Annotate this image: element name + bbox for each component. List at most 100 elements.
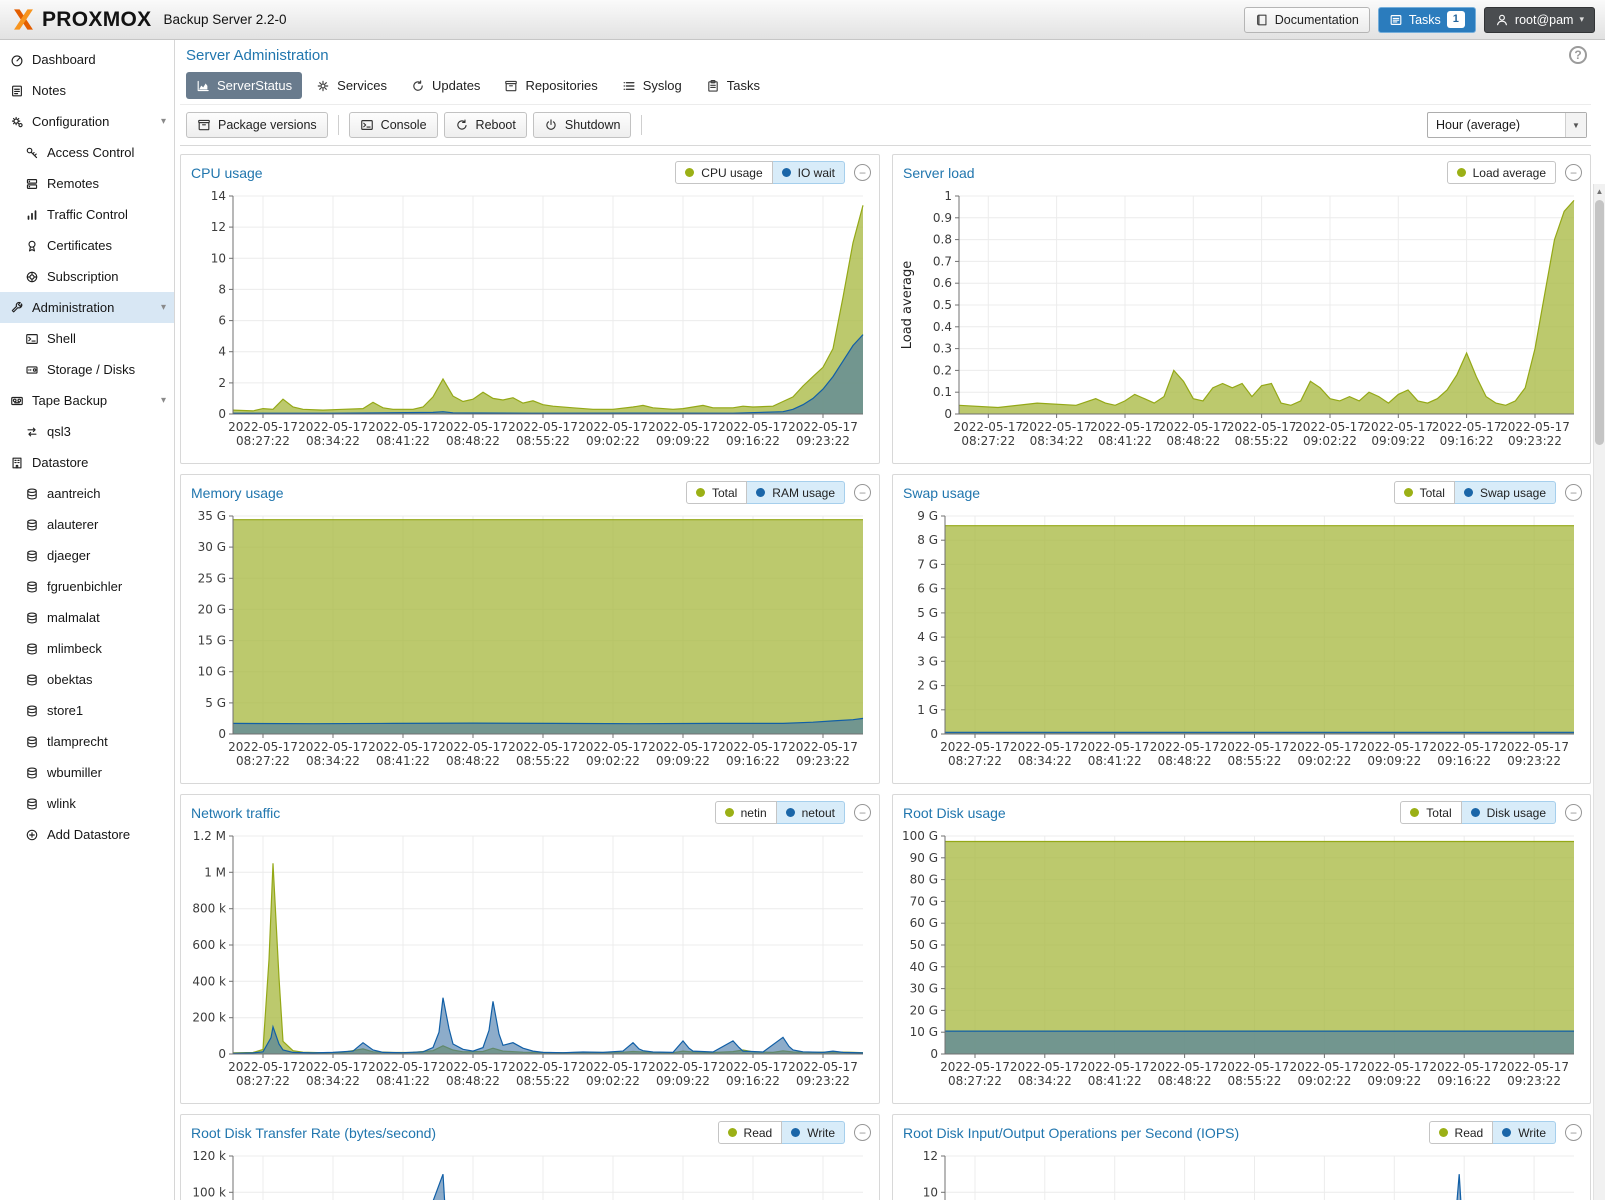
legend-netout-button[interactable]: netout	[777, 801, 845, 824]
legend-netin-button[interactable]: netin	[715, 801, 777, 824]
legend-read-button[interactable]: Read	[1429, 1121, 1494, 1144]
tab-updates[interactable]: Updates	[401, 72, 490, 99]
collapse-panel-icon[interactable]: −	[854, 804, 871, 821]
sidebar-item-qsl3[interactable]: qsl3	[0, 416, 174, 447]
chart-panel-swap: Swap usageTotalSwap usage−01 G2 G3 G4 G5…	[892, 474, 1591, 784]
chevron-down-icon[interactable]: ▾	[161, 395, 166, 406]
legend-ram-usage-button[interactable]: RAM usage	[747, 481, 845, 504]
legend-write-button[interactable]: Write	[782, 1121, 845, 1144]
sidebar-item-tlamprecht[interactable]: tlamprecht	[0, 726, 174, 757]
tab-repositories[interactable]: Repositories	[494, 72, 607, 99]
database-icon	[25, 487, 39, 501]
sidebar-item-add-datastore[interactable]: Add Datastore	[0, 819, 174, 850]
legend-load-average-button[interactable]: Load average	[1447, 161, 1556, 184]
sidebar-item-store1[interactable]: store1	[0, 695, 174, 726]
chevron-down-icon[interactable]: ▼	[1565, 113, 1586, 137]
sidebar-item-subscription[interactable]: Subscription	[0, 261, 174, 292]
tab-syslog[interactable]: Syslog	[612, 72, 692, 99]
legend-io-wait-button[interactable]: IO wait	[773, 161, 845, 184]
sidebar-item-configuration[interactable]: Configuration▾	[0, 106, 174, 137]
sidebar-item-aantreich[interactable]: aantreich	[0, 478, 174, 509]
legend-total-button[interactable]: Total	[686, 481, 747, 504]
collapse-panel-icon[interactable]: −	[1565, 484, 1582, 501]
chevron-down-icon[interactable]: ▾	[161, 116, 166, 127]
terminal-icon	[25, 332, 39, 346]
scrollbar-thumb[interactable]	[1595, 200, 1604, 445]
sidebar-item-datastore[interactable]: Datastore	[0, 447, 174, 478]
tab-serverstatus[interactable]: ServerStatus	[186, 72, 302, 99]
scrollbar-up-arrow-icon[interactable]: ▲	[1594, 184, 1605, 198]
sidebar-item-certificates[interactable]: Certificates	[0, 230, 174, 261]
sidebar-item-traffic-control[interactable]: Traffic Control	[0, 199, 174, 230]
tab-tasks[interactable]: Tasks	[696, 72, 770, 99]
sidebar-item-mlimbeck[interactable]: mlimbeck	[0, 633, 174, 664]
sidebar-item-tape-backup[interactable]: Tape Backup▾	[0, 385, 174, 416]
svg-text:08:48:22: 08:48:22	[446, 754, 500, 768]
svg-text:09:09:22: 09:09:22	[656, 434, 710, 448]
collapse-panel-icon[interactable]: −	[854, 164, 871, 181]
collapse-panel-icon[interactable]: −	[854, 484, 871, 501]
svg-text:2 G: 2 G	[917, 679, 938, 693]
sidebar-item-storage-disks[interactable]: Storage / Disks	[0, 354, 174, 385]
console-button[interactable]: Console	[349, 112, 438, 138]
legend-total-button[interactable]: Total	[1394, 481, 1455, 504]
tasks-button[interactable]: Tasks 1	[1378, 7, 1476, 33]
range-select[interactable]: Hour (average)▼	[1427, 112, 1587, 138]
sidebar-item-wlink[interactable]: wlink	[0, 788, 174, 819]
tab-services[interactable]: Services	[306, 72, 397, 99]
sidebar-item-remotes[interactable]: Remotes	[0, 168, 174, 199]
help-icon[interactable]: ?	[1569, 46, 1587, 64]
user-menu-button[interactable]: root@pam ▾	[1484, 7, 1595, 33]
collapse-panel-icon[interactable]: −	[854, 1124, 871, 1141]
sidebar-item-notes[interactable]: Notes	[0, 75, 174, 106]
sidebar-item-access-control[interactable]: Access Control	[0, 137, 174, 168]
sidebar-item-label: qsl3	[47, 424, 71, 439]
sidebar-item-alauterer[interactable]: alauterer	[0, 509, 174, 540]
sidebar-item-djaeger[interactable]: djaeger	[0, 540, 174, 571]
legend-read-button[interactable]: Read	[718, 1121, 783, 1144]
sidebar-item-shell[interactable]: Shell	[0, 323, 174, 354]
sidebar-item-obektas[interactable]: obektas	[0, 664, 174, 695]
collapse-panel-icon[interactable]: −	[1565, 164, 1582, 181]
vertical-scrollbar[interactable]: ▲	[1593, 184, 1605, 1200]
legend-cpu-usage-button[interactable]: CPU usage	[675, 161, 772, 184]
legend-disk-usage-button[interactable]: Disk usage	[1462, 801, 1556, 824]
svg-text:08:27:22: 08:27:22	[236, 754, 290, 768]
chevron-down-icon[interactable]: ▾	[161, 302, 166, 313]
legend-swap-usage-button[interactable]: Swap usage	[1455, 481, 1556, 504]
svg-text:08:34:22: 08:34:22	[306, 434, 360, 448]
documentation-button[interactable]: Documentation	[1244, 7, 1370, 33]
svg-text:09:09:22: 09:09:22	[1367, 1074, 1421, 1088]
legend-green-dot-icon	[1410, 808, 1419, 817]
svg-text:35 G: 35 G	[198, 509, 226, 523]
tab-bar: ServerStatusServicesUpdatesRepositoriesS…	[180, 70, 1591, 105]
proxmox-logo: PROXMOX	[10, 6, 151, 33]
collapse-panel-icon[interactable]: −	[1565, 804, 1582, 821]
package-versions-button[interactable]: Package versions	[186, 112, 328, 138]
sidebar-item-dashboard[interactable]: Dashboard	[0, 44, 174, 75]
collapse-panel-icon[interactable]: −	[1565, 1124, 1582, 1141]
sidebar-item-fgruenbichler[interactable]: fgruenbichler	[0, 571, 174, 602]
clipboard-icon	[706, 79, 720, 93]
svg-text:09:09:22: 09:09:22	[656, 1074, 710, 1088]
sidebar-item-malmalat[interactable]: malmalat	[0, 602, 174, 633]
svg-text:09:16:22: 09:16:22	[1440, 434, 1494, 448]
svg-text:4: 4	[218, 345, 226, 359]
svg-text:09:16:22: 09:16:22	[726, 434, 780, 448]
shutdown-button[interactable]: Shutdown	[533, 112, 632, 138]
svg-text:2022-05-17: 2022-05-17	[298, 740, 368, 754]
legend-label: Write	[1518, 1126, 1546, 1140]
sidebar-item-administration[interactable]: Administration▾	[0, 292, 174, 323]
reboot-button[interactable]: Reboot	[444, 112, 527, 138]
sidebar-item-wbumiller[interactable]: wbumiller	[0, 757, 174, 788]
sidebar-item-label: Add Datastore	[47, 827, 130, 842]
legend-total-button[interactable]: Total	[1400, 801, 1461, 824]
chart-legend: Read Write	[1429, 1121, 1556, 1144]
legend-label: IO wait	[798, 166, 835, 180]
chart-title: Root Disk Input/Output Operations per Se…	[903, 1125, 1239, 1141]
legend-write-button[interactable]: Write	[1493, 1121, 1556, 1144]
svg-text:0.5: 0.5	[933, 298, 952, 312]
chart-title: Network traffic	[191, 805, 280, 821]
chart-panel-header: Root Disk usageTotalDisk usage−	[893, 795, 1590, 826]
database-icon	[25, 642, 39, 656]
